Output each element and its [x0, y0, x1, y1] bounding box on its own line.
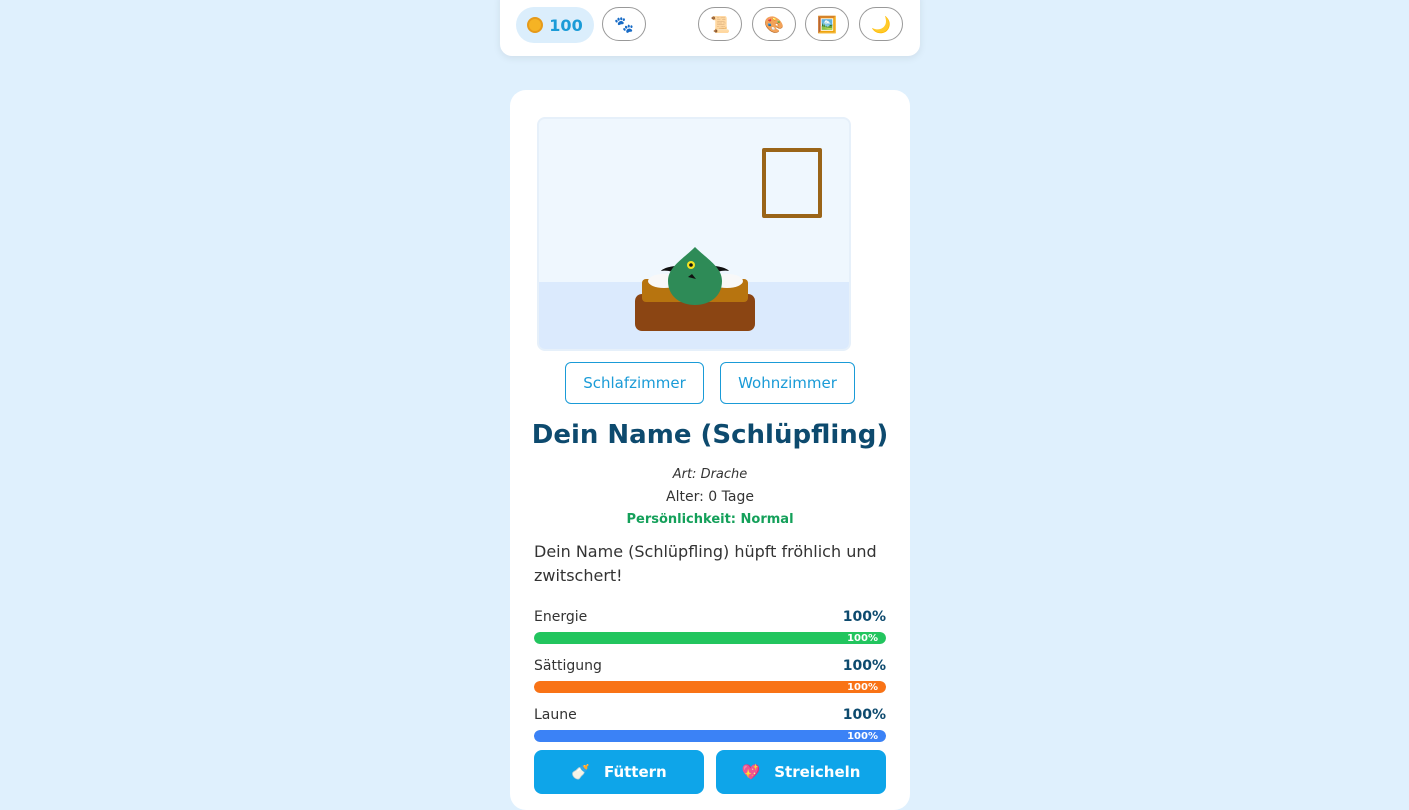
pet-scene-svg — [635, 247, 755, 331]
room-scene[interactable] — [537, 117, 851, 351]
bedroom-button[interactable]: Schlafzimmer — [565, 362, 704, 404]
heart-icon: 💖 — [741, 763, 761, 781]
quests-button[interactable]: 📜 — [698, 7, 742, 41]
coin-counter: 100 — [516, 7, 594, 43]
gallery-button[interactable]: 🖼️ — [805, 7, 849, 41]
pet-name: Dein Name (Schlüpfling) — [531, 420, 889, 450]
satiety-bar-fill: 100% — [534, 681, 886, 693]
mood-bar-fill: 100% — [534, 730, 886, 742]
bottle-icon: 🍼 — [571, 763, 590, 781]
pets-button[interactable]: 🐾 — [602, 7, 646, 41]
palette-icon: 🎨 — [764, 14, 784, 34]
sleep-mode-button[interactable]: 🌙 — [859, 7, 903, 41]
energy-value: 100% — [842, 609, 886, 625]
picture-icon: 🖼️ — [817, 14, 837, 34]
pet-button-label: Streicheln — [774, 763, 861, 781]
customize-button[interactable]: 🎨 — [752, 7, 796, 41]
scroll-icon: 📜 — [710, 14, 730, 34]
coin-icon — [527, 17, 544, 33]
satiety-label: Sättigung — [534, 658, 602, 674]
pet-species: Art: Drache — [672, 467, 748, 482]
pet-message: Dein Name (Schlüpfling) hüpft fröhlich u… — [534, 542, 877, 585]
satiety-value: 100% — [842, 658, 886, 674]
mood-label: Laune — [534, 707, 577, 723]
energy-bar: 100% — [534, 632, 886, 644]
moon-icon: 🌙 — [871, 14, 891, 34]
pet-card: Schlafzimmer Wohnzimmer Dein Name (Schlü… — [510, 90, 910, 810]
coin-value: 100 — [549, 15, 583, 35]
top-bar: 100 🐾 📜 🎨 🖼️ 🌙 — [500, 0, 920, 56]
mood-value: 100% — [842, 707, 886, 723]
paw-icon: 🐾 — [614, 14, 634, 34]
living-room-button[interactable]: Wohnzimmer — [720, 362, 855, 404]
energy-bar-fill: 100% — [534, 632, 886, 644]
mood-bar: 100% — [534, 730, 886, 742]
pet-button[interactable]: 💖 Streicheln — [716, 750, 886, 794]
feed-button[interactable]: 🍼 Füttern — [534, 750, 704, 794]
pet-personality: Persönlichkeit: Normal — [626, 512, 794, 527]
feed-button-label: Füttern — [603, 763, 667, 781]
satiety-bar: 100% — [534, 681, 886, 693]
pet-age: Alter: 0 Tage — [666, 489, 754, 505]
energy-label: Energie — [534, 609, 588, 625]
